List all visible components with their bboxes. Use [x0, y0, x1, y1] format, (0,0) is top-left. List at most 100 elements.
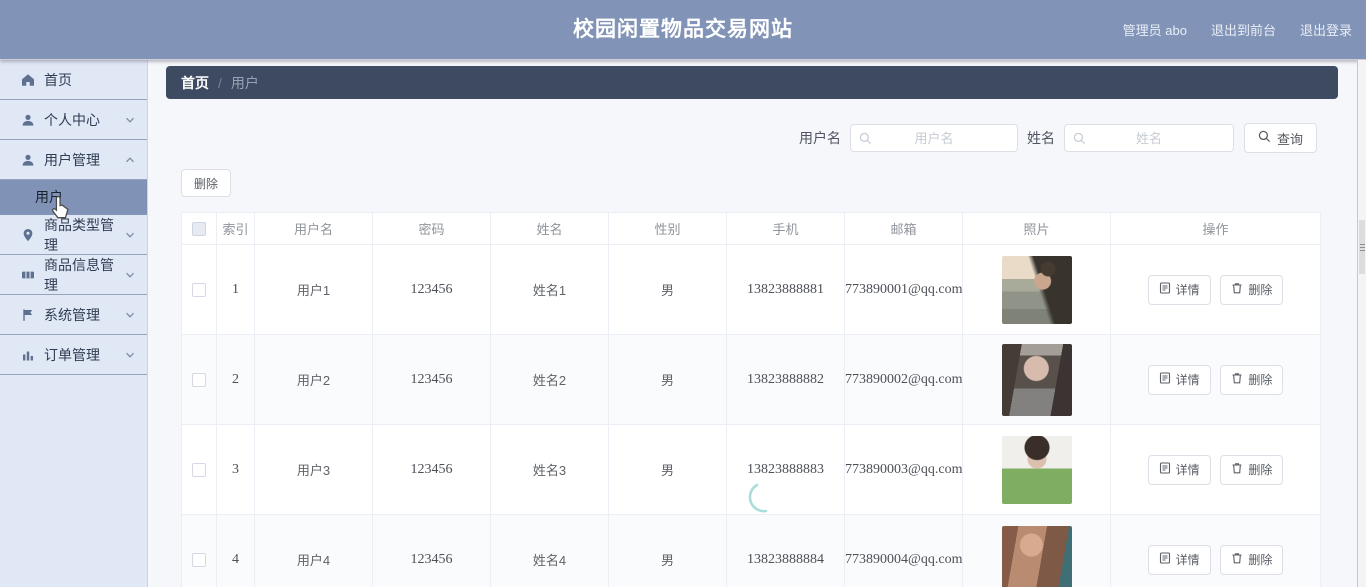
breadcrumb-home[interactable]: 首页	[181, 73, 209, 93]
exit-to-front-link[interactable]: 退出到前台	[1211, 20, 1276, 39]
detail-button[interactable]: 详情	[1147, 274, 1211, 305]
users-icon	[20, 153, 35, 167]
cell-actions: 详情 删除	[1110, 244, 1321, 335]
detail-button-label: 详情	[1175, 553, 1200, 567]
detail-button-label: 详情	[1175, 283, 1200, 297]
scrollbar-thumb[interactable]	[1359, 220, 1365, 274]
name-input[interactable]	[1064, 130, 1233, 146]
name-field-wrap	[1063, 124, 1234, 152]
cell-username: 用户1	[254, 244, 373, 335]
row-checkbox[interactable]	[192, 463, 206, 478]
select-all-checkbox[interactable]	[192, 222, 206, 237]
cell-username: 用户4	[254, 514, 373, 587]
sidebar-item-system-management[interactable]: 系统管理	[0, 295, 147, 335]
chevron-down-icon	[125, 310, 135, 320]
trash-icon	[1231, 282, 1243, 297]
cell-password: 123456	[372, 334, 491, 425]
cell-name: 姓名3	[490, 424, 609, 515]
checkbox-cell	[181, 424, 217, 515]
cell-photo	[962, 424, 1111, 515]
checkbox-cell	[181, 244, 217, 335]
search-icon	[1258, 130, 1271, 146]
trash-icon	[1231, 372, 1243, 387]
cell-actions: 详情 删除	[1110, 424, 1321, 515]
row-checkbox[interactable]	[192, 553, 206, 568]
sidebar-item-label: 用户管理	[44, 151, 100, 168]
row-checkbox[interactable]	[192, 283, 206, 298]
sidebar-item-personal-center[interactable]: 个人中心	[0, 100, 147, 140]
breadcrumb-current: 用户	[230, 74, 259, 91]
ticket-icon	[20, 268, 35, 282]
row-checkbox[interactable]	[192, 373, 206, 388]
sidebar-item-label: 个人中心	[44, 111, 100, 128]
table-header-row: 索引 用户名 密码 姓名 性别 手机 邮箱 照片 操作	[181, 212, 1321, 245]
detail-button[interactable]: 详情	[1147, 454, 1211, 485]
sidebar-item-label: 商品类型管理	[44, 216, 114, 253]
cell-photo	[962, 244, 1111, 335]
sidebar-item-label: 系统管理	[44, 306, 100, 323]
document-icon	[1159, 552, 1171, 567]
cell-name: 姓名4	[490, 514, 609, 587]
checkbox-cell	[181, 334, 217, 425]
table-row: 4 用户4 123456 姓名4 男 13823888884 773890004…	[181, 514, 1321, 587]
detail-button-label: 详情	[1175, 373, 1200, 387]
delete-button-label: 删除	[1248, 553, 1273, 567]
batch-delete-button[interactable]: 删除	[181, 169, 231, 197]
col-header-actions: 操作	[1110, 212, 1321, 245]
col-header-photo: 照片	[962, 212, 1111, 245]
col-header-index: 索引	[216, 212, 255, 245]
table-row: 2 用户2 123456 姓名2 男 13823888882 773890002…	[181, 334, 1321, 425]
chevron-down-icon	[125, 350, 135, 360]
detail-button-label: 详情	[1175, 463, 1200, 477]
bar-chart-icon	[20, 348, 35, 362]
sidebar-item-product-type-management[interactable]: 商品类型管理	[0, 215, 147, 255]
logout-link[interactable]: 退出登录	[1300, 20, 1352, 39]
sidebar-item-product-info-management[interactable]: 商品信息管理	[0, 255, 147, 295]
sidebar-item-home[interactable]: 首页	[0, 60, 147, 100]
cell-email: 773890002@qq.com	[844, 334, 963, 425]
home-icon	[20, 73, 35, 87]
username-field-wrap	[849, 124, 1018, 152]
vertical-scrollbar[interactable]	[1357, 60, 1366, 587]
cell-index: 3	[216, 424, 255, 515]
cell-name: 姓名2	[490, 334, 609, 425]
checkbox-cell	[181, 514, 217, 587]
detail-button[interactable]: 详情	[1147, 364, 1211, 395]
search-bar: 用户名 姓名 查询	[148, 123, 1317, 153]
cell-password: 123456	[372, 424, 491, 515]
cell-gender: 男	[608, 244, 727, 335]
sidebar-item-user-management[interactable]: 用户管理	[0, 140, 147, 180]
col-header-username: 用户名	[254, 212, 373, 245]
breadcrumb-separator: /	[218, 74, 222, 91]
username-input[interactable]	[850, 130, 1017, 146]
cell-actions: 详情 删除	[1110, 334, 1321, 425]
document-icon	[1159, 372, 1171, 387]
delete-button[interactable]: 删除	[1220, 274, 1284, 305]
delete-button[interactable]: 删除	[1220, 544, 1284, 575]
cell-index: 1	[216, 244, 255, 335]
header-links: 管理员 abo 退出到前台 退出登录	[1123, 0, 1352, 59]
col-header-email: 邮箱	[844, 212, 963, 245]
col-header-name: 姓名	[490, 212, 609, 245]
sidebar-item-user[interactable]: 用户	[0, 180, 147, 215]
cell-email: 773890003@qq.com	[844, 424, 963, 515]
delete-button[interactable]: 删除	[1220, 364, 1284, 395]
cell-index: 2	[216, 334, 255, 425]
breadcrumb: 首页 / 用户	[166, 66, 1338, 99]
cell-email: 773890001@qq.com	[844, 244, 963, 335]
app-header: 校园闲置物品交易网站 管理员 abo 退出到前台 退出登录	[0, 0, 1366, 60]
delete-button[interactable]: 删除	[1220, 454, 1284, 485]
col-header-password: 密码	[372, 212, 491, 245]
trash-icon	[1231, 552, 1243, 567]
query-button[interactable]: 查询	[1243, 123, 1317, 153]
delete-button-label: 删除	[1248, 283, 1273, 297]
cell-gender: 男	[608, 424, 727, 515]
search-icon	[1073, 132, 1086, 148]
app-root: 校园闲置物品交易网站 管理员 abo 退出到前台 退出登录 首页 个人中心 用户…	[0, 0, 1366, 587]
cell-username: 用户2	[254, 334, 373, 425]
cell-phone: 13823888881	[726, 244, 845, 335]
sidebar-item-order-management[interactable]: 订单管理	[0, 335, 147, 375]
pin-icon	[20, 228, 35, 242]
document-icon	[1159, 462, 1171, 477]
detail-button[interactable]: 详情	[1147, 544, 1211, 575]
